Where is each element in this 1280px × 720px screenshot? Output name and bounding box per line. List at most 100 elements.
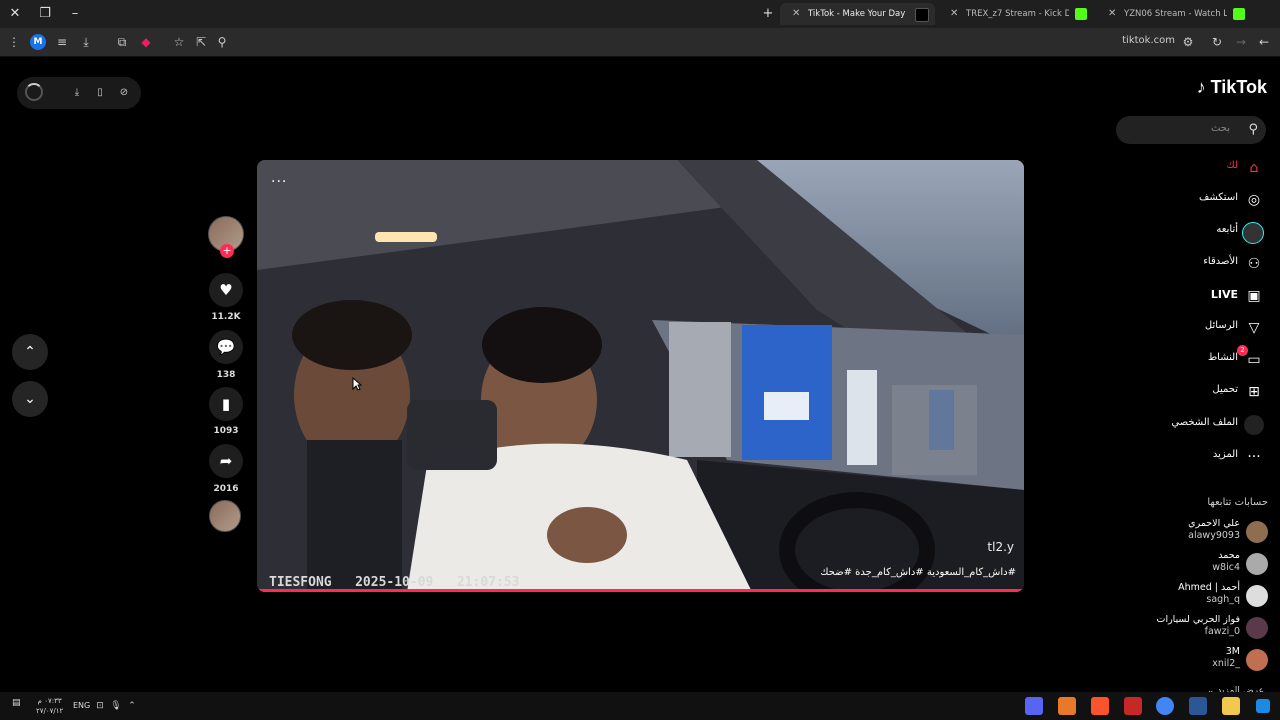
tab-kick-trex[interactable]: ✕ TREX_z7 Stream - Kick Dash <box>938 3 1093 25</box>
nav-live[interactable]: LIVE ▣ <box>1110 284 1270 308</box>
avatar <box>1246 521 1268 543</box>
video-hashtags[interactable]: #داش_كام_السعودية #داش_كام_جدة #ضحك <box>820 567 1016 578</box>
nav-following[interactable]: أتابعه <box>1110 220 1270 244</box>
kick-favicon-icon <box>1075 8 1087 20</box>
account-name: Ahmed | أحمد <box>1178 582 1240 593</box>
share-icon[interactable]: ⇱ <box>193 34 209 50</box>
account-name: محمد <box>1218 550 1240 561</box>
reading-list-icon[interactable]: ≡ <box>54 34 70 50</box>
reload-icon[interactable]: ↻ <box>1209 34 1225 50</box>
brave-icon[interactable] <box>1091 697 1109 715</box>
account-name: فواز الحربي لسيارات <box>1156 614 1241 625</box>
restore-window-icon[interactable]: ❐ <box>36 5 54 23</box>
chevron-up-icon: ⌃ <box>24 344 36 360</box>
nav-label: أتابعه <box>1216 224 1238 235</box>
app-blue-icon[interactable] <box>1189 697 1207 715</box>
tab-close-icon[interactable]: ✕ <box>792 3 800 25</box>
following-account[interactable]: علي الاحمري alawy9093 <box>1110 518 1270 548</box>
new-tab-button[interactable]: + <box>759 5 777 23</box>
nav-label: تحميل <box>1212 384 1238 395</box>
info-icon[interactable]: ⊘ <box>117 86 131 100</box>
nav-for-you[interactable]: لك ⌂ <box>1110 156 1270 180</box>
download-video-icon[interactable]: ⤓ <box>70 86 84 100</box>
extensions-icon[interactable]: ⧉ <box>114 34 130 50</box>
follow-plus-icon[interactable]: + <box>220 244 234 258</box>
mouse-cursor-icon <box>352 377 362 391</box>
following-icon <box>1242 222 1264 244</box>
tiktok-favicon-icon <box>915 8 929 22</box>
like-button[interactable]: ♥ <box>209 273 243 307</box>
close-window-icon[interactable]: ✕ <box>6 5 24 23</box>
live-icon: ▣ <box>1247 288 1261 304</box>
system-clock[interactable]: ٠٧:٣٣ م ٢٧/٠٧/١٢ <box>36 696 63 716</box>
microphone-icon[interactable]: 🎙 <box>110 700 122 712</box>
forward-icon[interactable]: → <box>1233 34 1249 50</box>
video-progress-bar[interactable] <box>257 589 1024 592</box>
profile-icon <box>1244 415 1264 435</box>
following-account[interactable]: محمد w8ic4 <box>1110 550 1270 580</box>
nav-friends[interactable]: الأصدقاء ⚇ <box>1110 252 1270 276</box>
bookmark-star-icon[interactable]: ☆ <box>171 34 187 50</box>
save-count: 1093 <box>213 426 239 436</box>
video-more-options-button[interactable]: ··· <box>271 174 287 190</box>
following-accounts-title: حسابات تتابعها <box>1207 497 1268 508</box>
save-button[interactable]: ▮ <box>209 387 243 421</box>
share-button[interactable]: ➦ <box>209 444 243 478</box>
tab-close-icon[interactable]: ✕ <box>1108 3 1116 25</box>
extension-pink-icon[interactable]: ◆ <box>138 34 154 50</box>
tab-tiktok[interactable]: ✕ TikTok - Make Your Day <box>780 3 935 25</box>
nav-label: النشاط <box>1207 352 1238 363</box>
download-icon[interactable]: ⤓ <box>78 34 94 50</box>
chrome-icon[interactable] <box>1156 697 1174 715</box>
search-icon[interactable]: ⚲ <box>1248 122 1258 137</box>
tab-close-icon[interactable]: ✕ <box>950 3 958 25</box>
tiktok-logo[interactable]: ♪ TikTok <box>1197 77 1267 98</box>
app-red-icon[interactable] <box>1124 697 1142 715</box>
music-disc-icon[interactable] <box>209 500 241 532</box>
os-taskbar: ▤ ٠٧:٣٣ م ٢٧/٠٧/١٢ ENG ⊡ 🎙 ⌃ <box>0 692 1280 720</box>
account-handle: w8ic4 <box>1212 562 1240 573</box>
url-text[interactable]: tiktok.com <box>1100 35 1175 46</box>
minimize-window-icon[interactable]: – <box>66 5 84 23</box>
nav-profile[interactable]: الملف الشخصي <box>1110 413 1270 437</box>
home-icon: ⌂ <box>1249 160 1259 176</box>
following-account[interactable]: فواز الحربي لسيارات fawzi_0 <box>1110 614 1270 644</box>
windows-start-icon[interactable] <box>1256 699 1270 713</box>
following-account[interactable]: 3M xnil2_ <box>1110 646 1270 676</box>
nav-upload[interactable]: تحميل ⊞ <box>1110 380 1270 404</box>
menu-dots-icon[interactable]: ⋮ <box>6 34 22 50</box>
loading-spinner-icon <box>25 83 43 101</box>
network-icon[interactable]: ⊡ <box>94 700 106 712</box>
account-handle: sagh_q <box>1206 594 1240 605</box>
nav-activity[interactable]: النشاط ▭ 2 <box>1110 345 1270 372</box>
discord-icon[interactable] <box>1025 697 1043 715</box>
logo-text: TikTok <box>1210 77 1267 97</box>
previous-video-button[interactable]: ⌃ <box>12 334 48 370</box>
zoom-icon[interactable]: ⚲ <box>214 34 230 50</box>
app-a-icon[interactable] <box>1058 697 1076 715</box>
account-handle: fawzi_0 <box>1204 626 1240 637</box>
following-account[interactable]: Ahmed | أحمد sagh_q <box>1110 582 1270 612</box>
video-player[interactable]: ··· tl2.y #داش_كام_السعودية #داش_كام_جدة… <box>257 160 1024 592</box>
bookmark-icon: ▮ <box>221 395 231 413</box>
nav-explore[interactable]: استكشف ◎ <box>1110 188 1270 212</box>
nav-more[interactable]: المزيد ··· <box>1110 445 1270 469</box>
site-settings-icon[interactable]: ⚙ <box>1180 34 1196 50</box>
file-explorer-icon[interactable] <box>1222 697 1240 715</box>
mobile-icon[interactable]: ▯ <box>93 86 107 100</box>
tab-kick-yzn06[interactable]: ✕ YZN06 Stream - Watch Live on <box>1096 3 1251 25</box>
tiktok-note-icon: ♪ <box>1196 77 1206 97</box>
nav-messages[interactable]: الرسائل ▽ <box>1110 316 1270 340</box>
account-handle: xnil2_ <box>1212 658 1240 669</box>
tab-label: YZN06 Stream - Watch Live on <box>1124 9 1227 19</box>
comment-button[interactable]: 💬 <box>209 330 243 364</box>
chevron-up-icon[interactable]: ⌃ <box>126 700 138 712</box>
search-input[interactable]: بحث ⚲ <box>1116 116 1266 144</box>
back-icon[interactable]: ← <box>1256 34 1272 50</box>
avatar <box>1246 649 1268 671</box>
profile-m-icon[interactable]: M <box>30 34 46 50</box>
language-indicator[interactable]: ENG <box>73 701 90 710</box>
notification-icon[interactable]: ▤ <box>12 698 21 708</box>
next-video-button[interactable]: ⌄ <box>12 381 48 417</box>
creator-handle[interactable]: tl2.y <box>987 540 1014 554</box>
